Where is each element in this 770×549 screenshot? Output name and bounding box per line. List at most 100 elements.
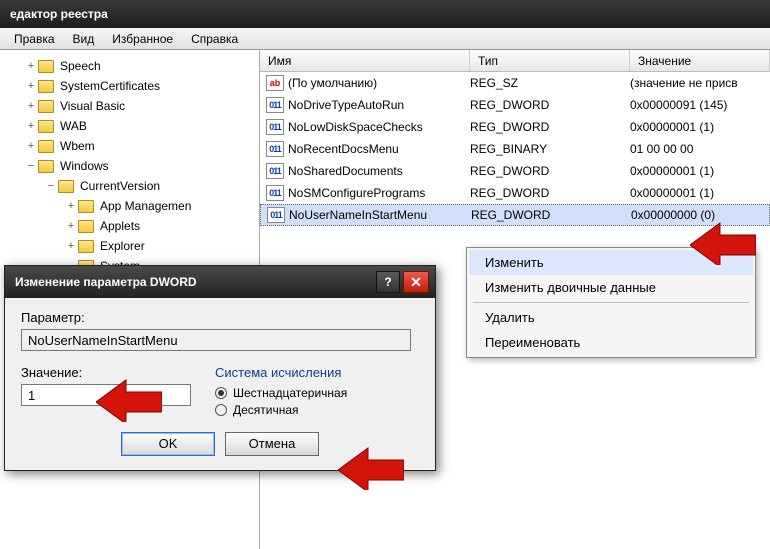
expander-icon[interactable]: − [24, 160, 38, 172]
tree-label: Speech [58, 58, 103, 74]
binary-value-icon: 011 [266, 185, 284, 201]
folder-icon [38, 160, 54, 173]
radix-dec-label: Десятичная [233, 403, 299, 417]
menu-favorites[interactable]: Избранное [104, 29, 181, 49]
value-type: REG_DWORD [470, 164, 630, 178]
value-data: 0x00000091 (145) [630, 98, 770, 112]
binary-value-icon: 011 [266, 163, 284, 179]
value-row[interactable]: 011 NoRecentDocsMenu REG_BINARY01 00 00 00 [260, 138, 770, 160]
value-data: 01 00 00 00 [630, 142, 770, 156]
value-name: NoDriveTypeAutoRun [288, 98, 404, 112]
binary-value-icon: 011 [266, 119, 284, 135]
menubar: Правка Вид Избранное Справка [0, 28, 770, 50]
col-value[interactable]: Значение [630, 50, 770, 71]
param-field: NoUserNameInStartMenu [21, 329, 411, 351]
expander-icon[interactable]: − [44, 180, 58, 192]
folder-icon [58, 180, 74, 193]
value-name: NoUserNameInStartMenu [289, 208, 427, 222]
value-type: REG_DWORD [470, 120, 630, 134]
radix-hex[interactable]: Шестнадцатеричная [215, 386, 347, 400]
binary-value-icon: 011 [266, 97, 284, 113]
context-menu-item[interactable]: Переименовать [469, 330, 753, 355]
menu-edit[interactable]: Правка [6, 29, 63, 49]
window-titlebar: едактор реестра [0, 0, 770, 28]
tree-item[interactable]: +Applets [4, 216, 259, 236]
folder-icon [38, 140, 54, 153]
tree-item[interactable]: + App Managemen [4, 196, 259, 216]
tree-label: WAB [58, 118, 89, 134]
context-menu-item[interactable]: Удалить [469, 305, 753, 330]
tree-item[interactable]: + SystemCertificates [4, 76, 259, 96]
value-name: NoLowDiskSpaceChecks [288, 120, 423, 134]
tree-label: CurrentVersion [78, 178, 162, 194]
expander-icon[interactable]: + [24, 80, 38, 92]
value-type: REG_DWORD [470, 98, 630, 112]
value-data: 0x00000001 (1) [630, 186, 770, 200]
value-name: (По умолчанию) [288, 76, 377, 90]
value-row[interactable]: 011 NoDriveTypeAutoRun REG_DWORD0x00000091… [260, 94, 770, 116]
tree-label: App Managemen [98, 198, 193, 214]
folder-icon [78, 200, 94, 213]
tree-item[interactable]: + Wbem [4, 136, 259, 156]
folder-icon [78, 240, 94, 253]
close-button[interactable]: ✕ [403, 271, 429, 293]
cancel-button[interactable]: Отмена [225, 432, 319, 456]
folder-icon [38, 60, 54, 73]
tree-item[interactable]: + Visual Basic [4, 96, 259, 116]
expander-icon[interactable]: + [24, 140, 38, 152]
tree-label: Visual Basic [58, 98, 127, 114]
radio-icon [215, 404, 227, 416]
value-type: REG_BINARY [470, 142, 630, 156]
column-headers: Имя Тип Значение [260, 50, 770, 72]
radix-group-label: Система исчисления [215, 365, 347, 380]
value-data: 0x00000001 (1) [630, 120, 770, 134]
tree-item[interactable]: − CurrentVersion [4, 176, 259, 196]
value-type: REG_SZ [470, 76, 630, 90]
tree-item[interactable]: + Explorer [4, 236, 259, 256]
annotation-arrow-icon [96, 372, 162, 422]
value-name: NoSharedDocuments [288, 164, 403, 178]
ok-button[interactable]: OK [121, 432, 215, 456]
col-name[interactable]: Имя [260, 50, 470, 71]
expander-icon[interactable]: + [24, 100, 38, 112]
value-name: NoRecentDocsMenu [288, 142, 399, 156]
tree-label: Explorer [98, 238, 147, 254]
menu-help[interactable]: Справка [183, 29, 246, 49]
param-label: Параметр: [21, 310, 419, 325]
radix-dec[interactable]: Десятичная [215, 403, 347, 417]
value-name: NoSMConfigurePrograms [288, 186, 425, 200]
value-row[interactable]: ab (По умолчанию) REG_SZ(значение не присв [260, 72, 770, 94]
value-type: REG_DWORD [471, 208, 631, 222]
value-data: (значение не присв [630, 76, 770, 90]
tree-item[interactable]: + WAB [4, 116, 259, 136]
binary-value-icon: 011 [267, 207, 285, 223]
tree-label: SystemCertificates [58, 78, 162, 94]
expander-icon[interactable]: + [64, 200, 78, 212]
folder-icon [78, 220, 94, 233]
expander-icon[interactable]: + [64, 220, 78, 232]
tree-item[interactable]: − Windows [4, 156, 259, 176]
value-row[interactable]: 011 NoSMConfigurePrograms REG_DWORD0x00000… [260, 182, 770, 204]
string-value-icon: ab [266, 75, 284, 91]
tree-label: Windows [58, 158, 111, 174]
value-data: 0x00000001 (1) [630, 164, 770, 178]
folder-icon [38, 80, 54, 93]
annotation-arrow-icon [690, 215, 756, 265]
folder-icon [38, 120, 54, 133]
value-row[interactable]: 011 NoSharedDocuments REG_DWORD0x00000001 … [260, 160, 770, 182]
folder-icon [38, 100, 54, 113]
menu-view[interactable]: Вид [65, 29, 103, 49]
annotation-arrow-icon [338, 440, 404, 490]
dialog-title: Изменение параметра DWORD [15, 275, 197, 289]
context-menu-item[interactable]: Изменить двоичные данные [469, 275, 753, 300]
binary-value-icon: 011 [266, 141, 284, 157]
value-row[interactable]: 011 NoLowDiskSpaceChecks REG_DWORD0x000000… [260, 116, 770, 138]
value-type: REG_DWORD [470, 186, 630, 200]
help-button[interactable]: ? [376, 271, 400, 293]
tree-label: Wbem [58, 138, 97, 154]
expander-icon[interactable]: + [24, 120, 38, 132]
col-type[interactable]: Тип [470, 50, 630, 71]
expander-icon[interactable]: + [24, 60, 38, 72]
tree-item[interactable]: + Speech [4, 56, 259, 76]
expander-icon[interactable]: + [64, 240, 78, 252]
